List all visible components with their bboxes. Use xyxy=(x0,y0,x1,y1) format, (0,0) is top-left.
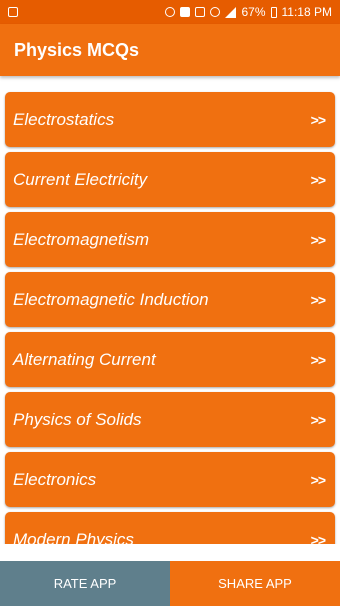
list-item-label: Current Electricity xyxy=(13,169,148,189)
list-item-label: Electrostatics xyxy=(13,109,115,129)
list-item-label: Alternating Current xyxy=(13,349,156,369)
list-item-electromagnetic-induction[interactable]: Electromagnetic Induction >> xyxy=(5,272,335,327)
chevron-right-icon: >> xyxy=(310,291,326,308)
clock: 11:18 PM xyxy=(281,5,332,19)
page-title: Physics MCQs xyxy=(14,39,140,60)
image-icon xyxy=(8,7,18,17)
wifi-icon xyxy=(210,7,221,17)
chevron-right-icon: >> xyxy=(310,471,326,488)
chevron-right-icon: >> xyxy=(310,171,326,188)
list-item-label: Electronics xyxy=(13,469,97,489)
list-item-label: Modern Physics xyxy=(13,529,134,545)
app-bar: Physics MCQs xyxy=(0,24,340,76)
chevron-right-icon: >> xyxy=(310,351,326,368)
list-item-label: Physics of Solids xyxy=(13,409,142,429)
topic-list[interactable]: Electrostatics >> Current Electricity >>… xyxy=(0,76,340,544)
list-item-electronics[interactable]: Electronics >> xyxy=(5,452,335,507)
screen: 67% 11:18 PM Physics MCQs Electrostatics… xyxy=(0,0,340,606)
list-item-alternating-current[interactable]: Alternating Current >> xyxy=(5,332,335,387)
bottom-bar: RATE APP SHARE APP xyxy=(0,561,340,606)
list-item-modern-physics[interactable]: Modern Physics >> xyxy=(5,512,335,544)
list-item-label: Electromagnetic Induction xyxy=(13,289,209,309)
share-app-button[interactable]: SHARE APP xyxy=(170,561,340,606)
alarm-icon xyxy=(165,7,176,17)
list-item-label: Electromagnetism xyxy=(13,229,150,249)
chevron-right-icon: >> xyxy=(310,231,326,248)
chevron-right-icon: >> xyxy=(310,411,326,428)
status-bar: 67% 11:18 PM xyxy=(0,0,340,24)
list-item-electrostatics[interactable]: Electrostatics >> xyxy=(5,92,335,147)
battery-icon xyxy=(270,6,277,18)
signal-icon xyxy=(225,6,237,18)
list-item-physics-of-solids[interactable]: Physics of Solids >> xyxy=(5,392,335,447)
list-item-electromagnetism[interactable]: Electromagnetism >> xyxy=(5,212,335,267)
chevron-right-icon: >> xyxy=(310,111,326,128)
nfc-icon xyxy=(180,7,191,17)
list-item-current-electricity[interactable]: Current Electricity >> xyxy=(5,152,335,207)
chevron-right-icon: >> xyxy=(310,531,326,545)
no-sim-icon xyxy=(195,7,206,17)
rate-app-button[interactable]: RATE APP xyxy=(0,561,170,606)
battery-percent: 67% xyxy=(241,5,266,19)
